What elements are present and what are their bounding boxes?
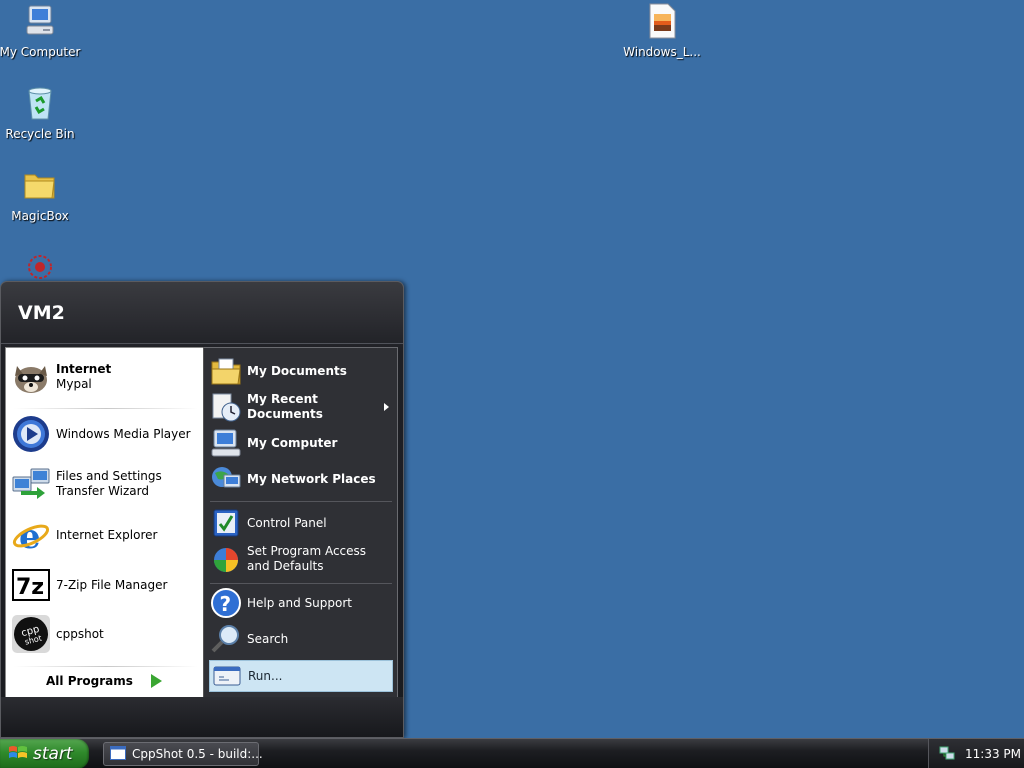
- image-file-icon: [644, 3, 680, 39]
- places-item-my-documents[interactable]: My Documents: [209, 354, 393, 388]
- places-item-label: My Network Places: [247, 471, 376, 486]
- recycle-bin-icon: [22, 85, 58, 121]
- my-computer-icon: [22, 3, 58, 39]
- run-icon: [210, 659, 244, 693]
- program-item-7zip[interactable]: 7z 7-Zip File Manager: [10, 564, 200, 606]
- desktop-icon-magicbox[interactable]: MagicBox: [0, 167, 80, 223]
- submenu-arrow-icon: [384, 403, 389, 411]
- program-item-label: Internet Explorer: [56, 527, 158, 542]
- desktop-icon-my-computer[interactable]: My Computer: [0, 3, 80, 59]
- all-programs-button[interactable]: All Programs: [46, 674, 162, 688]
- taskbar-button-cppshot[interactable]: CppShot 0.5 - build:...: [103, 742, 263, 766]
- desktop-icon-label: MagicBox: [11, 209, 69, 223]
- help-icon: ?: [209, 586, 243, 620]
- start-menu: VM2 Internet Mypal Windows Media Player …: [0, 281, 404, 738]
- svg-text:7z: 7z: [16, 575, 44, 600]
- places-item-label: My Recent Documents: [247, 392, 323, 421]
- system-tray: 11:33 PM: [928, 739, 1024, 768]
- clock[interactable]: 11:33 PM: [965, 747, 1021, 761]
- my-documents-icon: [209, 354, 243, 388]
- window-icon: [110, 745, 126, 763]
- control-panel-icon: [209, 506, 243, 540]
- desktop-icon-label: Recycle Bin: [5, 127, 75, 141]
- places-item-program-access[interactable]: Set Program Access and Defaults: [209, 542, 393, 576]
- program-item-label: Files and Settings Transfer Wizard: [56, 469, 162, 498]
- media-player-icon: [10, 413, 52, 455]
- places-item-label: Help and Support: [247, 595, 352, 610]
- transfer-wizard-icon: [10, 463, 52, 505]
- places-item-search[interactable]: Search: [209, 622, 393, 656]
- desktop-icon-label: My Computer: [0, 45, 81, 59]
- places-item-recent-documents[interactable]: My Recent Documents: [209, 390, 393, 424]
- places-item-network-places[interactable]: My Network Places: [209, 462, 393, 496]
- program-item-label: 7-Zip File Manager: [56, 577, 168, 592]
- network-places-icon: [209, 462, 243, 496]
- places-item-label: Search: [247, 631, 289, 646]
- program-item-cppshot[interactable]: cpp shot cppshot: [10, 613, 200, 655]
- places-item-run[interactable]: Run...: [209, 660, 393, 692]
- separator: [210, 583, 392, 584]
- start-label: start: [33, 744, 73, 764]
- all-programs-label: All Programs: [46, 674, 133, 688]
- places-item-label: Set Program Access and Defaults: [247, 544, 367, 573]
- taskbar-button-label: CppShot 0.5 - build:...: [132, 747, 263, 761]
- svg-text:e: e: [19, 517, 41, 555]
- desktop-icon-label: Windows_L...: [623, 45, 701, 59]
- program-item-label: cppshot: [56, 626, 104, 641]
- search-icon: [209, 622, 243, 656]
- green-arrow-icon: [150, 674, 162, 688]
- start-menu-user-header: VM2: [1, 282, 403, 344]
- cppshot-icon: cpp shot: [10, 613, 52, 655]
- program-item-label: Windows Media Player: [56, 426, 191, 441]
- pinned-item-subtitle: Mypal: [56, 377, 92, 391]
- program-item-media-player[interactable]: Windows Media Player: [10, 413, 200, 455]
- start-button[interactable]: start: [0, 739, 89, 768]
- places-item-control-panel[interactable]: Control Panel: [209, 506, 393, 540]
- program-item-internet-explorer[interactable]: e Internet Explorer: [10, 514, 200, 556]
- places-item-label: Run...: [248, 668, 283, 683]
- taskbar: start CppShot 0.5 - build:... 11:33 PM: [0, 738, 1024, 768]
- 7zip-icon: 7z: [10, 564, 52, 606]
- pinned-item-internet[interactable]: Internet Mypal: [10, 356, 200, 398]
- places-item-help-support[interactable]: ? Help and Support: [209, 586, 393, 620]
- program-item-transfer-wizard[interactable]: Files and Settings Transfer Wizard: [10, 463, 200, 505]
- app-icon: [22, 249, 58, 285]
- separator: [14, 408, 198, 409]
- svg-text:?: ?: [220, 592, 232, 616]
- internet-explorer-icon: e: [10, 514, 52, 556]
- pinned-item-title: Internet: [56, 362, 112, 376]
- program-access-icon: [209, 542, 243, 576]
- start-menu-left-pane: Internet Mypal Windows Media Player File…: [5, 347, 203, 699]
- places-item-label: My Documents: [247, 363, 347, 378]
- mypal-icon: [10, 356, 52, 398]
- places-item-label: Control Panel: [247, 515, 327, 530]
- separator: [210, 501, 392, 502]
- network-tray-icon[interactable]: [939, 745, 955, 764]
- my-computer-icon: [209, 426, 243, 460]
- folder-icon: [22, 167, 58, 203]
- start-menu-right-pane: My Documents My Recent Documents My Comp…: [203, 347, 398, 699]
- desktop-icon-windows-l[interactable]: Windows_L...: [622, 3, 702, 59]
- start-menu-footer: [1, 697, 403, 737]
- separator: [14, 666, 198, 667]
- desktop-icon-partial[interactable]: [0, 249, 80, 285]
- recent-documents-icon: [209, 390, 243, 424]
- user-name: VM2: [18, 301, 65, 324]
- places-item-label: My Computer: [247, 435, 338, 450]
- windows-logo-icon: [8, 744, 28, 765]
- places-item-my-computer[interactable]: My Computer: [209, 426, 393, 460]
- desktop-icon-recycle-bin[interactable]: Recycle Bin: [0, 85, 80, 141]
